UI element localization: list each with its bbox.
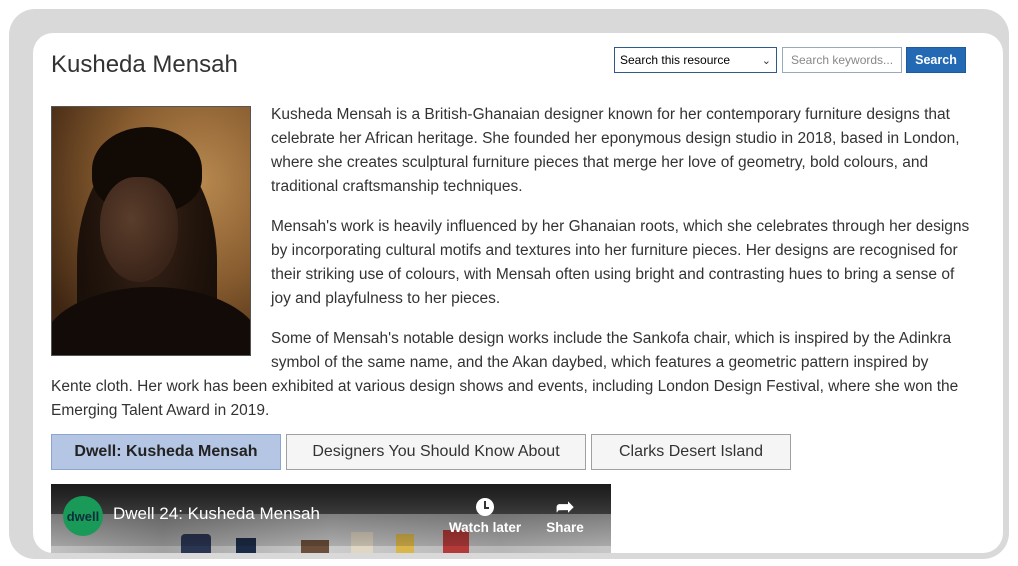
video-player[interactable]: dwell Dwell 24: Kusheda Mensah Watch lat… — [51, 484, 611, 553]
channel-logo[interactable]: dwell — [63, 496, 103, 536]
page-title: Kusheda Mensah — [51, 51, 238, 78]
search-input[interactable] — [782, 47, 902, 73]
tab-clarks-desert-island[interactable]: Clarks Desert Island — [591, 434, 791, 470]
video-title[interactable]: Dwell 24: Kusheda Mensah — [113, 504, 320, 524]
share-button[interactable]: ➦ Share — [525, 494, 605, 535]
search-scope-selected: Search this resource — [620, 53, 731, 67]
article-body: Kusheda Mensah is a British-Ghanaian des… — [51, 103, 971, 439]
watch-later-label: Watch later — [448, 520, 522, 535]
share-icon: ➦ — [555, 494, 575, 519]
search-button[interactable]: Search — [906, 47, 966, 73]
search-scope-select[interactable]: Search this resource ⌄ — [614, 47, 777, 73]
share-label: Share — [546, 520, 584, 535]
outer-frame: Kusheda Mensah Search this resource ⌄ Se… — [9, 9, 1009, 559]
tab-designers-you-should-know[interactable]: Designers You Should Know About — [286, 434, 586, 470]
portrait-image — [51, 106, 251, 356]
video-tabs: Dwell: Kusheda Mensah Designers You Shou… — [51, 434, 791, 470]
chevron-down-icon: ⌄ — [761, 54, 771, 67]
watch-later-button[interactable]: Watch later — [445, 494, 525, 535]
tab-dwell-kusheda-mensah[interactable]: Dwell: Kusheda Mensah — [51, 434, 281, 470]
clock-icon — [445, 494, 525, 520]
content-card: Kusheda Mensah Search this resource ⌄ Se… — [33, 33, 1003, 553]
